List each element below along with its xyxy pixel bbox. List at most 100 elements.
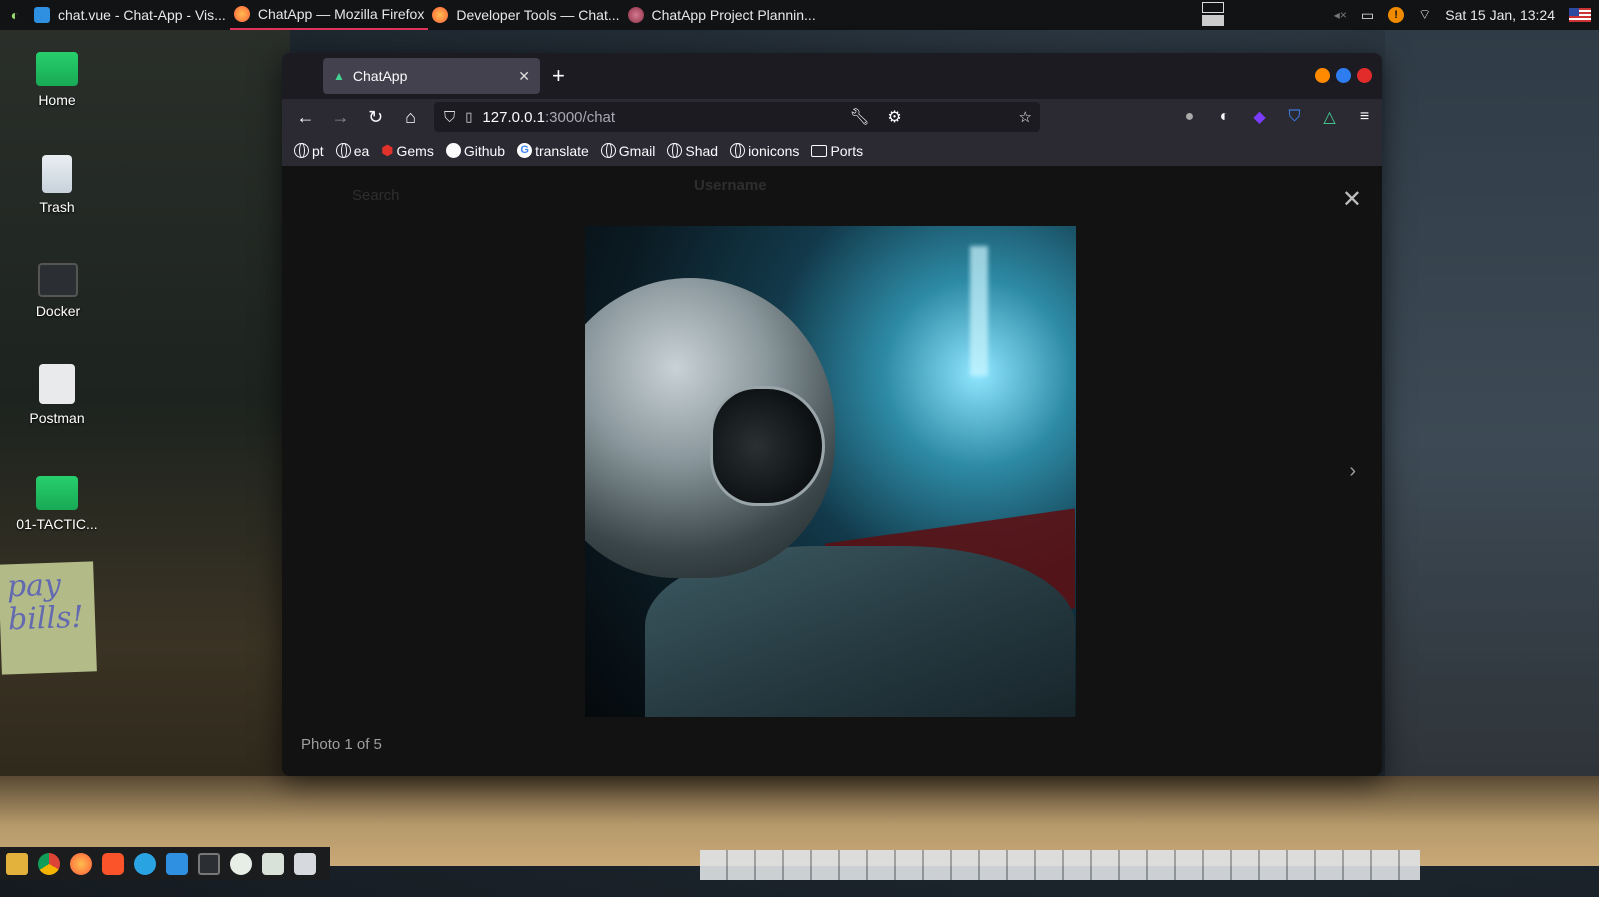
wallpaper-left [0, 30, 290, 850]
desktop-icon-tactic[interactable]: 01-TACTIC... [7, 476, 107, 532]
bookmark-label: translate [535, 142, 589, 159]
bookmark-gmail[interactable]: Gmail [600, 143, 655, 159]
us-flag-icon[interactable] [1569, 8, 1591, 22]
bookmark-pt[interactable]: pt [294, 143, 324, 159]
bookmark-translate[interactable]: Gtranslate [517, 143, 589, 159]
desktop-icon-label: Postman [29, 410, 85, 426]
wifi-icon[interactable]: ⌔ [1418, 6, 1431, 24]
files-icon[interactable] [6, 852, 28, 875]
back-button[interactable]: ← [288, 107, 323, 128]
shield-icon[interactable]: ⛉ [444, 109, 455, 126]
globe-icon [294, 143, 309, 158]
globe-icon [600, 143, 616, 158]
bookmark-shad[interactable]: Shad [667, 143, 718, 159]
folder-icon [36, 476, 78, 510]
mongodb-icon[interactable] [230, 852, 252, 875]
chrome-icon[interactable] [38, 852, 60, 875]
trash-icon [42, 155, 72, 193]
tab-close-icon[interactable]: ✕ [518, 68, 530, 85]
extension-ghost-icon[interactable]: ● [1172, 108, 1207, 126]
bg-search: Search [352, 187, 400, 204]
toolbar-extensions: 🔧︎ ⚙ ● ◐ ◆ ⛉ △ ≡ [849, 99, 1382, 135]
task-planning[interactable]: ChatApp Project Plannin... [624, 0, 820, 30]
close-window-button[interactable] [1357, 68, 1372, 83]
firefox-icon [432, 7, 449, 23]
tab-chatapp[interactable]: ▲ ChatApp ✕ [323, 58, 540, 94]
telegram-icon[interactable] [134, 852, 156, 875]
desktop-icon-home[interactable]: Home [7, 52, 107, 108]
url-path: :3000/chat [544, 108, 616, 126]
brave-icon[interactable] [102, 852, 124, 875]
photo-light-strip [970, 246, 988, 376]
desktop-icon-label: Home [38, 92, 76, 108]
vscode-icon[interactable] [166, 852, 188, 875]
firefox-icon [627, 7, 644, 23]
bookmark-folder-ports[interactable]: Ports [811, 143, 863, 159]
bookmark-ea[interactable]: ea [335, 143, 369, 159]
reload-button[interactable]: ↻ [358, 107, 393, 128]
bookmark-label: pt [312, 142, 324, 159]
globe-icon [335, 143, 351, 158]
bookmark-label: Shad [685, 142, 719, 159]
next-photo-button[interactable]: › [1349, 460, 1356, 483]
postman-icon[interactable] [294, 852, 316, 875]
bookmark-label: Ports [830, 142, 864, 159]
workspace-switcher[interactable] [1202, 2, 1224, 28]
tab-label: ChatApp [352, 68, 408, 84]
top-panel: ◐ chat.vue - Chat-App - Vis... ChatApp —… [0, 0, 1599, 30]
bookmark-gems[interactable]: ⬢ Gems [381, 142, 434, 159]
extension-dark-reader-icon[interactable]: ◐ [1207, 108, 1242, 126]
gear-icon[interactable]: ⚙ [877, 107, 912, 127]
lightbox-close-button[interactable]: ✕ [1342, 185, 1362, 214]
minimize-button[interactable] [1315, 68, 1330, 83]
bottom-taskbar [0, 847, 330, 880]
desktop-icon-trash[interactable]: Trash [7, 155, 107, 215]
extension-vue-devtools-icon[interactable]: △ [1312, 107, 1347, 127]
terminal-icon [38, 263, 78, 297]
folder-icon [811, 144, 828, 157]
task-devtools[interactable]: Developer Tools — Chat... [428, 0, 623, 30]
bookmark-ionicons[interactable]: ionicons [730, 143, 799, 159]
desktop-icon-label: Trash [39, 199, 75, 215]
new-tab-button[interactable]: + [552, 63, 565, 89]
google-icon: G [517, 143, 533, 158]
clock[interactable]: Sat 15 Jan, 13:24 [1445, 7, 1555, 23]
firefox-window: ▲ ChatApp ✕ + ← → ↻ ⌂ ⛉ ▯ 127.0.0.1 :300… [282, 53, 1382, 776]
bookmarks-bar: pt ea ⬢ Gems Github Gtranslate Gmail Shad… [282, 135, 1382, 167]
terminal-icon[interactable] [198, 852, 220, 875]
vscode-icon [34, 7, 50, 23]
menu-icon[interactable]: ≡ [1347, 108, 1382, 126]
lightbox-photo [585, 226, 1076, 717]
postman-icon [39, 364, 75, 404]
task-firefox-chatapp[interactable]: ChatApp — Mozilla Firefox [229, 0, 429, 30]
url-bar[interactable]: ⛉ ▯ 127.0.0.1 :3000/chat ☆ [434, 102, 1040, 132]
extension-purple-icon[interactable]: ◆ [1242, 107, 1277, 127]
desktop-icon-label: 01-TACTIC... [16, 516, 98, 532]
volume-muted-icon[interactable]: ◂× [1334, 8, 1347, 22]
task-label: ChatApp Project Plannin... [651, 7, 816, 23]
extension-bitwarden-icon[interactable]: ⛉ [1277, 108, 1312, 126]
vim-icon[interactable] [262, 852, 284, 875]
nav-toolbar: ← → ↻ ⌂ ⛉ ▯ 127.0.0.1 :3000/chat ☆ 🔧︎ ⚙ … [282, 99, 1382, 135]
desktop-icon-postman[interactable]: Postman [7, 364, 107, 426]
bookmark-github[interactable]: Github [445, 142, 506, 159]
maximize-button[interactable] [1336, 68, 1351, 83]
bookmark-star-icon[interactable]: ☆ [1019, 108, 1032, 126]
forward-button[interactable]: → [323, 107, 358, 128]
battery-icon[interactable]: ▭ [1361, 7, 1374, 24]
wrench-icon[interactable]: 🔧︎ [842, 107, 877, 127]
url-host: 127.0.0.1 [482, 108, 545, 126]
wallpaper-right [1385, 30, 1599, 850]
bg-username: Username [694, 177, 767, 194]
task-label: Developer Tools — Chat... [456, 7, 620, 23]
update-alert-icon[interactable]: ! [1388, 7, 1405, 23]
task-vscode[interactable]: chat.vue - Chat-App - Vis... [30, 0, 230, 30]
bookmark-label: ionicons [748, 142, 800, 159]
desktop-icon-docker[interactable]: Docker [8, 263, 108, 319]
home-button[interactable]: ⌂ [393, 107, 428, 128]
vue-logo-icon: ▲ [333, 69, 345, 83]
system-menu-icon[interactable]: ◐ [0, 7, 30, 23]
firefox-icon[interactable] [70, 852, 92, 875]
bookmark-label: Github [463, 142, 506, 159]
globe-icon [730, 143, 746, 158]
